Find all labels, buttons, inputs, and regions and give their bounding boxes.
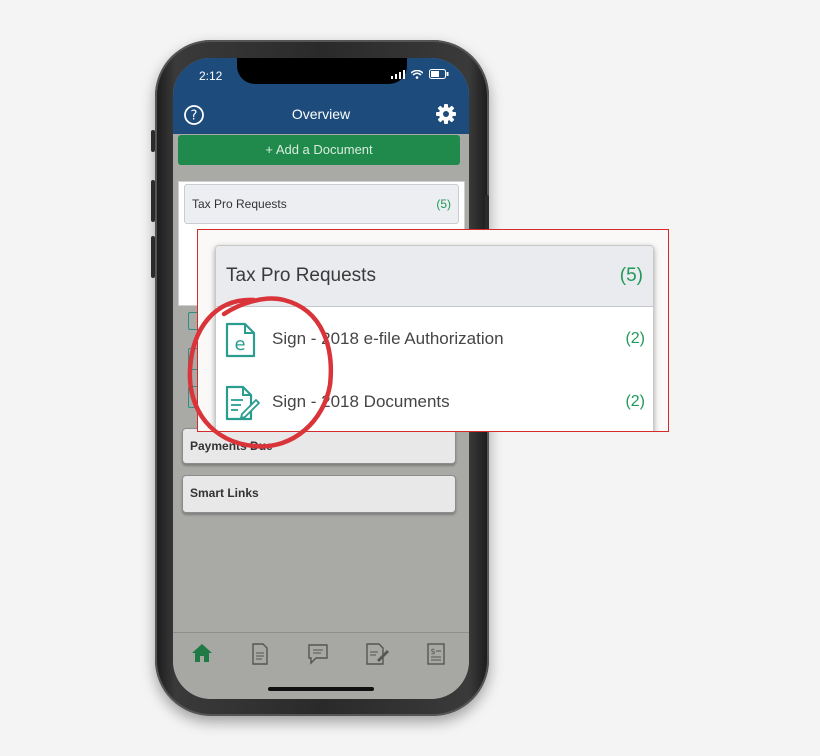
- payments-due-card[interactable]: Payments Due: [182, 428, 456, 464]
- tax-pro-requests-card[interactable]: Tax Pro Requests (5) e Sign - 2018 e-fil…: [215, 245, 654, 431]
- request-item-label: Sign - 2018 Documents: [272, 392, 450, 411]
- status-icons: [391, 69, 449, 79]
- invoice-icon[interactable]: $: [427, 643, 445, 665]
- tax-pro-requests-title-small: Tax Pro Requests: [192, 197, 287, 211]
- app-bar: ? Overview: [173, 96, 469, 134]
- volume-down-button: [151, 236, 155, 278]
- tax-form-icon[interactable]: [365, 643, 389, 665]
- tax-pro-requests-title: Tax Pro Requests: [226, 265, 376, 286]
- wifi-icon: [411, 69, 423, 79]
- svg-text:e: e: [234, 334, 245, 355]
- request-item-count: (2): [625, 330, 645, 347]
- smart-links-card[interactable]: Smart Links: [182, 475, 456, 513]
- request-item-count: (2): [625, 393, 645, 410]
- status-bar: 2:12: [173, 58, 469, 96]
- sign-document-icon: [225, 385, 260, 421]
- smart-links-title: Smart Links: [190, 486, 259, 500]
- tax-pro-requests-header-small: Tax Pro Requests (5): [184, 184, 459, 224]
- notch: [237, 58, 407, 84]
- gear-icon[interactable]: [435, 103, 457, 125]
- volume-up-button: [151, 180, 155, 222]
- bottom-nav: $: [173, 632, 469, 699]
- status-time: 2:12: [199, 69, 223, 83]
- svg-text:$: $: [430, 647, 435, 656]
- request-item-label: Sign - 2018 e-file Authorization: [272, 329, 504, 348]
- add-document-button[interactable]: + Add a Document: [178, 135, 460, 165]
- home-indicator: [268, 687, 374, 691]
- chat-icon[interactable]: [307, 643, 329, 665]
- silent-switch: [151, 130, 155, 152]
- request-item-documents[interactable]: Sign - 2018 Documents (2): [216, 373, 653, 431]
- document-icon[interactable]: [251, 643, 269, 665]
- battery-icon: [429, 69, 449, 79]
- tax-pro-requests-count: (5): [619, 265, 643, 286]
- zoom-callout: Tax Pro Requests (5) e Sign - 2018 e-fil…: [197, 229, 669, 432]
- home-icon[interactable]: [191, 643, 213, 663]
- tax-pro-requests-header[interactable]: Tax Pro Requests (5): [216, 246, 653, 307]
- signal-icon: [391, 69, 405, 79]
- page-title: Overview: [291, 106, 351, 122]
- tax-pro-requests-count-small: (5): [436, 197, 451, 211]
- efile-document-icon: e: [225, 322, 256, 358]
- payments-due-title: Payments Due: [190, 439, 273, 453]
- request-item-efile[interactable]: e Sign - 2018 e-file Authorization (2): [216, 310, 653, 370]
